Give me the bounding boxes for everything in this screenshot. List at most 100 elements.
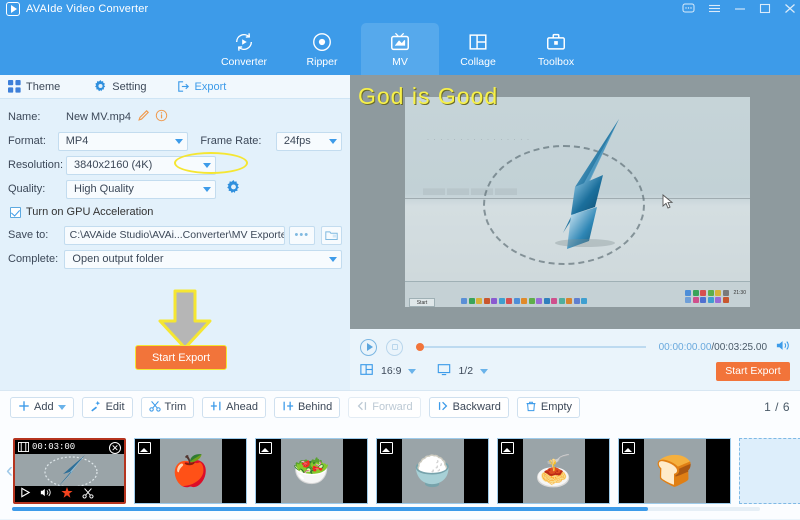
seek-handle[interactable] <box>416 343 424 351</box>
edit-button[interactable]: Edit <box>81 396 133 418</box>
button-label: Edit <box>105 401 125 413</box>
resolution-value: 3840x2160 (4K) <box>74 159 153 171</box>
list-item[interactable]: 🥗 <box>255 438 368 504</box>
player-transport-row: 00:00:00.00/00:03:25.00 <box>360 335 790 359</box>
current-time: 00:00:00.00 <box>658 341 712 353</box>
list-item[interactable]: 🍞 <box>618 438 731 504</box>
add-button[interactable]: Add <box>10 396 74 418</box>
name-row: Name: New MV.mp4 <box>8 105 342 129</box>
mv-icon <box>389 31 411 53</box>
scissors-icon[interactable] <box>82 487 94 502</box>
theme-grid-icon <box>8 80 21 93</box>
move-forward-button[interactable]: Forward <box>348 396 421 418</box>
scrollbar-thumb[interactable] <box>12 507 648 511</box>
thumb-header: 00:03:00 <box>15 440 124 454</box>
chevron-down-icon[interactable] <box>480 368 489 374</box>
app-title: AVAIde Video Converter <box>26 3 149 15</box>
tab-theme[interactable]: Theme <box>0 75 68 99</box>
insert-ahead-icon <box>210 400 222 415</box>
stop-button[interactable] <box>386 338 403 356</box>
nav-item-collage[interactable]: Collage <box>439 23 517 75</box>
insert-ahead-button[interactable]: Ahead <box>202 396 266 418</box>
thumb-image: 🥗 <box>280 439 343 503</box>
tab-setting[interactable]: Setting <box>86 75 154 99</box>
nav-label: Converter <box>220 55 268 68</box>
frame-rate-select[interactable]: 24fps <box>275 131 342 151</box>
open-folder-button[interactable] <box>320 225 342 245</box>
add-clip-placeholder[interactable] <box>739 438 800 504</box>
tab-export[interactable]: Export <box>169 75 235 99</box>
chevron-down-icon <box>175 138 184 144</box>
gpu-checkbox[interactable] <box>10 206 21 218</box>
volume-icon[interactable] <box>40 487 52 501</box>
empty-button[interactable]: Empty <box>516 396 581 418</box>
browse-button[interactable]: ••• <box>288 225 315 245</box>
insert-behind-button[interactable]: Behind <box>273 396 341 418</box>
trash-icon <box>525 400 537 415</box>
aspect-ratio-value: 16:9 <box>381 365 402 377</box>
list-item[interactable]: 🍎 <box>134 438 247 504</box>
format-label: Format: <box>8 135 46 147</box>
quality-select[interactable]: High Quality <box>66 179 216 199</box>
ripper-icon <box>311 31 333 53</box>
filmstrip-scrollbar[interactable] <box>12 507 760 511</box>
nav-item-toolbox[interactable]: Toolbox <box>517 23 595 75</box>
converter-icon <box>233 31 255 53</box>
thumb-image: 🍝 <box>522 439 585 503</box>
button-label: Ahead <box>226 401 258 413</box>
thumb-actions <box>15 486 124 502</box>
collage-icon <box>467 31 489 53</box>
film-icon <box>18 442 29 452</box>
app-window: AVAIde Video Converter Converter Ripper … <box>0 0 800 520</box>
start-export-button[interactable]: Start Export <box>135 345 227 370</box>
gpu-acceleration-row[interactable]: Turn on GPU Acceleration <box>8 201 342 223</box>
move-backward-icon <box>437 400 449 415</box>
aspect-ratio-icon[interactable] <box>360 363 374 379</box>
close-icon[interactable] <box>784 3 796 16</box>
trim-button[interactable]: Trim <box>140 396 195 418</box>
video-frame: · · · · · · · · · · · · · · · · ▬▬▬▬ Sta… <box>405 97 750 307</box>
zoom-value: 1/2 <box>458 365 474 377</box>
play-button[interactable] <box>360 338 377 356</box>
feedback-icon[interactable] <box>682 3 695 16</box>
complete-row: Complete: Open output folder <box>8 247 342 271</box>
advanced-settings-gear-icon[interactable] <box>226 180 241 198</box>
remove-clip-button[interactable]: ✕ <box>109 442 121 454</box>
tab-label: Export <box>194 80 227 93</box>
list-item[interactable]: 🍚 <box>376 438 489 504</box>
gpu-label: Turn on GPU Acceleration <box>26 206 154 218</box>
nav-item-mv[interactable]: MV <box>361 23 439 75</box>
list-item[interactable]: 00:03:00 ✕ <box>13 438 126 504</box>
minimize-icon[interactable] <box>734 3 746 16</box>
volume-icon[interactable] <box>776 339 790 355</box>
image-placeholder-icon <box>380 442 393 454</box>
menu-icon[interactable] <box>708 3 721 16</box>
chevron-left-icon[interactable]: ‹ <box>6 459 13 483</box>
info-icon[interactable] <box>155 109 168 125</box>
plus-icon <box>18 400 30 415</box>
save-to-input[interactable]: C:\AVAide Studio\AVAi...Converter\MV Exp… <box>63 225 285 245</box>
video-preview[interactable]: · · · · · · · · · · · · · · · · ▬▬▬▬ Sta… <box>350 75 800 329</box>
screen-icon[interactable] <box>437 363 451 379</box>
nav-item-ripper[interactable]: Ripper <box>283 23 361 75</box>
maximize-icon[interactable] <box>759 3 771 16</box>
play-icon[interactable] <box>20 487 31 501</box>
complete-value: Open output folder <box>72 253 164 265</box>
move-backward-button[interactable]: Backward <box>428 396 509 418</box>
seek-bar[interactable] <box>416 343 646 351</box>
resolution-select[interactable]: 3840x2160 (4K) <box>66 155 216 175</box>
mouse-cursor-icon <box>662 194 674 209</box>
nav-label: Collage <box>460 55 496 68</box>
chevron-down-icon[interactable] <box>408 368 417 374</box>
format-select[interactable]: MP4 <box>57 131 189 151</box>
complete-select[interactable]: Open output folder <box>64 249 342 269</box>
list-item[interactable]: 🍝 <box>497 438 610 504</box>
start-export-button-small[interactable]: Start Export <box>716 361 790 381</box>
main-area: Theme Setting Export Name: New MV.mp4 Fo… <box>0 75 800 390</box>
thumb-preview <box>15 454 124 486</box>
nav-item-converter[interactable]: Converter <box>205 23 283 75</box>
complete-label: Complete: <box>8 253 59 265</box>
clip-timestamp: 00:03:00 <box>32 442 76 452</box>
effects-icon[interactable] <box>61 486 73 502</box>
pencil-icon[interactable] <box>137 109 150 125</box>
